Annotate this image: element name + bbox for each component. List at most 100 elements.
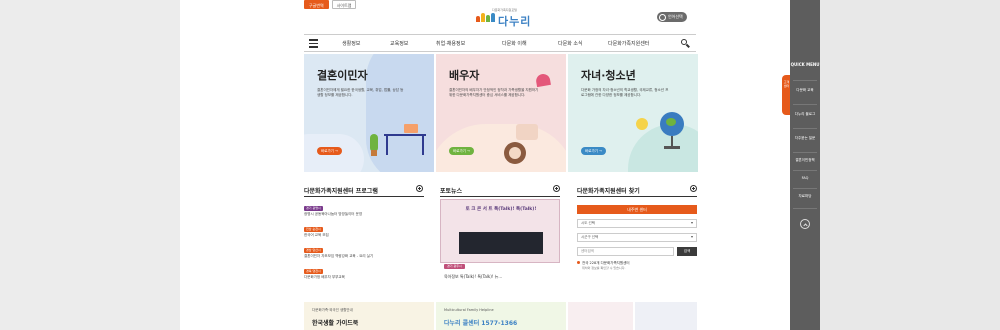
presentation-screen xyxy=(459,232,543,254)
nearby-center-tab[interactable]: 내주변 센터 xyxy=(577,205,697,214)
photo-banner-text: 토 크 콘 서 트 톡(Talk)! 톡(Talk)! xyxy=(465,207,537,212)
google-translate-button[interactable]: 구글번역 xyxy=(304,0,329,9)
divider xyxy=(793,128,817,129)
nav-item-multicultural-understanding[interactable]: 다문화 이해 xyxy=(502,40,527,47)
logo-name: 다누리 xyxy=(498,15,532,28)
photo-news-title: 포토뉴스 xyxy=(440,188,463,195)
card-go-button[interactable]: 바로가기 → xyxy=(317,147,342,155)
quick-menu-item[interactable]: 다누리 블로그 xyxy=(790,112,820,117)
site-logo[interactable]: 다문화가족지원포털 다누리 xyxy=(476,8,532,30)
divider xyxy=(793,104,817,105)
quick-menu-item[interactable]: 결혼이민정책 xyxy=(790,158,820,163)
lightbulb-illustration xyxy=(636,118,648,130)
nav-item-employment-info[interactable]: 취업·채용정보 xyxy=(436,40,465,47)
photo-news-item[interactable]: 토 크 콘 서 트 톡(Talk)! 톡(Talk)! 경기 광주시 육아정보 … xyxy=(440,199,560,287)
divider xyxy=(793,152,817,153)
programs-more-plus-icon[interactable] xyxy=(416,185,423,192)
latte-foam xyxy=(509,147,521,159)
center-search-row: 센터검색 검색 xyxy=(577,247,697,256)
divider xyxy=(793,208,817,209)
banner-title: 다누리 콜센터 1577-1366 xyxy=(444,320,518,327)
program-list-item[interactable]: 경기 광명시 광명시 공동육아나눔터 방방놀이터 운영 xyxy=(304,205,429,217)
card-title: 자녀·청소년 xyxy=(581,69,636,82)
photo-news-caption: 육아정보 톡(Talk)! 톡(Talk)! 뉴... xyxy=(444,274,503,279)
quick-menu-item[interactable]: 자료마당 xyxy=(790,194,820,199)
card-description: 결혼이민자에게 필요한 한국생활, 교육, 취업, 법률, 상담 등 생활 정보… xyxy=(317,88,404,97)
center-search-button[interactable]: 검색 xyxy=(677,247,697,256)
card-go-button[interactable]: 바로가기 → xyxy=(449,147,474,155)
divider xyxy=(793,188,817,189)
sitemap-button[interactable]: 사이트맵 xyxy=(331,0,357,9)
banner-subtitle: Multicultural Family Helpline xyxy=(444,308,494,312)
divider xyxy=(793,80,817,81)
nav-item-life-info[interactable]: 생활정보 xyxy=(342,40,360,47)
card-title: 배우자 xyxy=(449,69,480,82)
photo-news-more-plus-icon[interactable] xyxy=(553,185,560,192)
sigungu-select-value: 시군구 선택 xyxy=(581,235,599,239)
card-marriage-immigrant[interactable]: 결혼이민자 결혼이민자에게 필요한 한국생활, 교육, 취업, 법률, 상담 등… xyxy=(304,54,434,172)
main-page: 구글번역 사이트맵 다문화가족지원포털 다누리 언어선택 생활정보 교육정보 취… xyxy=(180,0,790,330)
card-spouse[interactable]: 배우자 결혼이민자의 배우자가 안정적인 정착과 가족생활을 지원하기 위한 다… xyxy=(436,54,566,172)
region-badge: 경북 영천시 xyxy=(304,269,323,274)
laptop-illustration xyxy=(404,124,418,133)
center-count-text: 전국 228개 다문화가족지원센터 xyxy=(582,261,630,265)
customer-center-label: 고객센터 xyxy=(783,80,790,88)
quick-menu-item[interactable]: 다문화 교육 xyxy=(790,88,820,93)
program-title: 한국어 교육 모집 xyxy=(304,233,329,237)
quick-menu: QUICK MENU 다문화 교육 다누리 블로그 자주묻는 질문 결혼이민정책… xyxy=(790,0,820,330)
location-pin-icon xyxy=(577,261,580,264)
card-go-button[interactable]: 바로가기 → xyxy=(581,147,606,155)
quick-menu-item[interactable]: 자주묻는 질문 xyxy=(790,136,820,141)
region-badge: 전남 순천시 xyxy=(304,227,323,232)
card-title: 결혼이민자 xyxy=(317,69,368,82)
logo-figures-icon xyxy=(476,13,495,22)
banner-helpline[interactable]: Multicultural Family Helpline 다누리 콜센터 15… xyxy=(436,302,566,330)
main-navigation: 생활정보 교육정보 취업·채용정보 다문화 이해 다문화 소식 다문화가족지원센… xyxy=(304,34,696,52)
card-children-youth[interactable]: 자녀·청소년 다문화 가정의 자녀·청소년의 학교생활, 국제교류, 청소년 프… xyxy=(568,54,698,172)
program-list-item[interactable]: 경남 양산시 결혼이민자 자조모임 역량강화 교육 - 요리 실기 xyxy=(304,247,429,259)
banner-info-2[interactable] xyxy=(635,302,697,330)
language-select-button[interactable]: 언어선택 xyxy=(657,12,687,22)
language-label: 언어선택 xyxy=(668,14,683,19)
banner-info-1[interactable] xyxy=(568,302,633,330)
banner-subtitle: 다문화가족·외국인 생활안내 xyxy=(312,308,353,312)
banner-title: 한국생활 가이드북 xyxy=(312,320,359,327)
scroll-to-top-icon[interactable] xyxy=(800,219,810,229)
sido-select-value: 시도 선택 xyxy=(581,221,595,225)
program-list-item[interactable]: 전남 순천시 한국어 교육 모집 xyxy=(304,226,429,238)
logo-subtitle: 다문화가족지원포털 xyxy=(492,8,517,12)
globe-stand xyxy=(671,136,673,146)
section-divider xyxy=(304,196,424,197)
section-divider xyxy=(577,196,697,197)
top-utility-buttons: 구글번역 사이트맵 xyxy=(304,0,357,9)
center-find-title: 다문화가족지원센터 찾기 xyxy=(577,188,640,195)
pot-illustration xyxy=(371,150,377,156)
chevron-down-icon xyxy=(691,222,693,224)
card-description: 다문화 가정의 자녀·청소년의 학교생활, 국제교류, 청소년 프로그램에 관한… xyxy=(581,88,669,97)
nav-item-education-info[interactable]: 교육정보 xyxy=(390,40,408,47)
region-badge: 경기 광명시 xyxy=(304,206,323,211)
sido-select[interactable]: 시도 선택 xyxy=(577,219,697,228)
center-search-input[interactable]: 센터검색 xyxy=(577,247,674,256)
quick-menu-title: QUICK MENU xyxy=(790,62,820,67)
nav-item-family-support-center[interactable]: 다문화가족지원센터 xyxy=(608,40,649,47)
globe-land xyxy=(666,118,676,126)
globe-base xyxy=(664,146,680,149)
desk-illustration xyxy=(384,134,426,136)
program-list-item[interactable]: 경북 영천시 다문화가정 배우자 부부교육 xyxy=(304,268,429,280)
quick-menu-item[interactable]: FAQ xyxy=(790,176,820,181)
region-badge: 경기 광주시 xyxy=(444,264,465,269)
right-background xyxy=(820,0,1000,330)
divider xyxy=(793,170,817,171)
banner-guidebook[interactable]: 다문화가족·외국인 생활안내 한국생활 가이드북 xyxy=(304,302,434,330)
center-find-more-plus-icon[interactable] xyxy=(690,185,697,192)
desk-leg xyxy=(386,135,388,155)
coffee-cup-illustration xyxy=(516,124,538,140)
globe-icon xyxy=(659,13,666,21)
sigungu-select[interactable]: 시군구 선택 xyxy=(577,233,697,242)
search-icon[interactable] xyxy=(681,39,690,48)
hamburger-menu-icon[interactable] xyxy=(309,39,318,48)
nav-item-multicultural-news[interactable]: 다문화 소식 xyxy=(558,40,583,47)
center-note-sub: 위치와 정보를 확인할 수 있습니다. xyxy=(582,266,626,270)
desk-leg xyxy=(422,135,424,155)
